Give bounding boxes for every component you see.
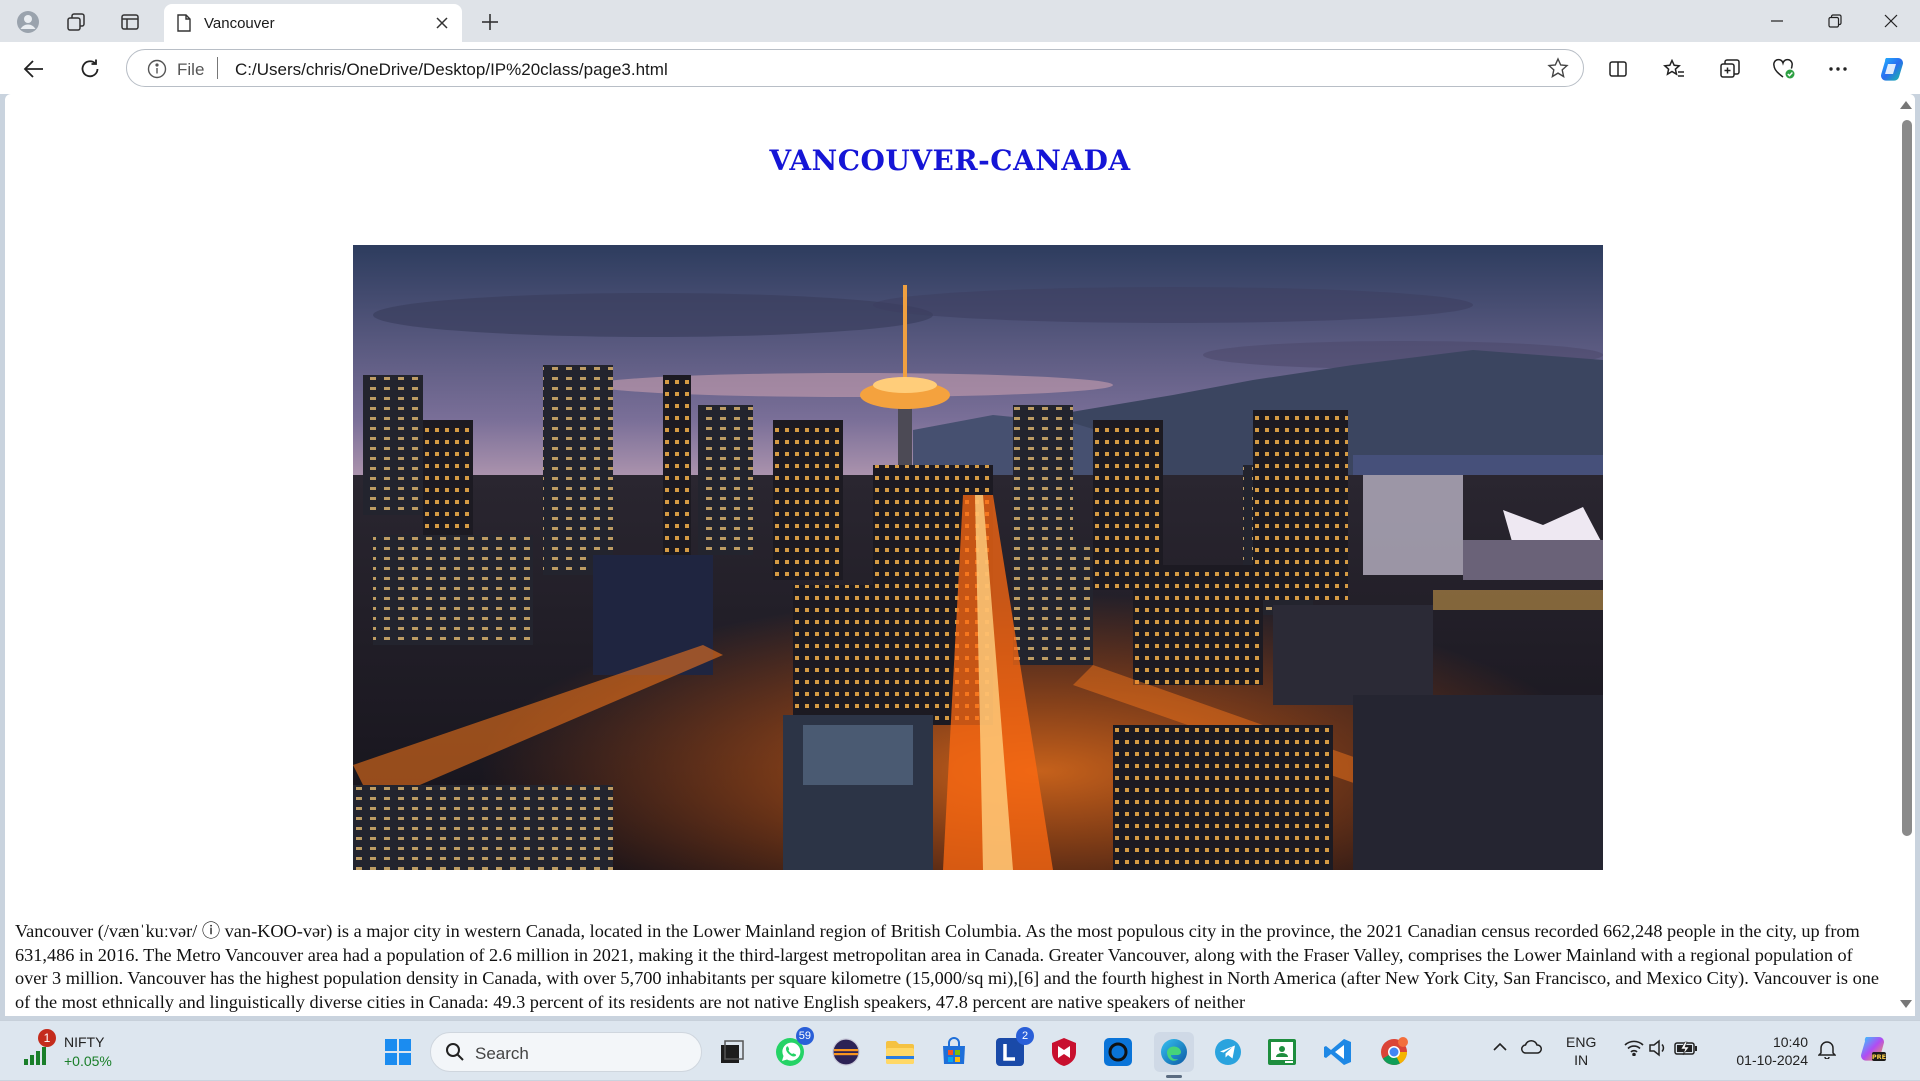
close-window-icon[interactable] [1862, 0, 1920, 42]
split-screen-icon[interactable] [1600, 52, 1636, 86]
notification-bell-icon[interactable] [1817, 1039, 1837, 1064]
article-paragraph: Vancouver (/vænˈkuːvər/ ⓘ van-KOO-vər) i… [15, 921, 1879, 1012]
restore-window-icon[interactable] [1806, 0, 1864, 42]
cortana-ring-icon[interactable] [1098, 1032, 1138, 1072]
minimize-window-icon[interactable] [1748, 0, 1806, 42]
app-l-badge: 2 [1016, 1027, 1034, 1045]
task-view-icon[interactable] [712, 1032, 752, 1072]
address-bar[interactable]: File C:/Users/chris/OneDrive/Desktop/IP%… [126, 49, 1584, 87]
active-tab[interactable]: Vancouver [164, 4, 462, 42]
chrome-icon[interactable] [1374, 1032, 1414, 1072]
new-tab-plus-icon[interactable] [474, 6, 506, 38]
search-icon [445, 1042, 465, 1067]
microsoft-store-icon[interactable] [934, 1032, 974, 1072]
workspaces-icon[interactable] [60, 6, 92, 38]
clock-time: 10:40 [1772, 1034, 1808, 1050]
page-file-icon [176, 14, 192, 37]
tab-title: Vancouver [204, 15, 275, 32]
more-options-icon[interactable] [1820, 52, 1856, 86]
url-text[interactable]: C:/Users/chris/OneDrive/Desktop/IP%20cla… [235, 60, 668, 80]
page-heading: Vancouver-Canada [769, 144, 1131, 177]
battery-icon[interactable] [1674, 1040, 1698, 1061]
eclipse-icon[interactable] [826, 1032, 866, 1072]
favorites-icon[interactable] [1656, 52, 1692, 86]
stock-notification-badge: 1 [38, 1029, 56, 1047]
edge-browser-icon[interactable] [1154, 1032, 1194, 1078]
app-l-icon[interactable]: 2 [990, 1027, 1034, 1072]
stock-change: +0.05% [64, 1053, 112, 1069]
copilot-icon[interactable] [1874, 52, 1910, 86]
browser-toolbar: File C:/Users/chris/OneDrive/Desktop/IP%… [0, 42, 1920, 94]
google-classroom-icon[interactable] [1262, 1032, 1302, 1072]
system-clock[interactable]: 10:40 01-10-2024 [1722, 1033, 1808, 1069]
back-arrow-icon[interactable] [16, 52, 52, 86]
whatsapp-icon[interactable]: 59 [770, 1027, 814, 1072]
scroll-up-arrow-icon[interactable] [1900, 101, 1912, 109]
url-scheme-label: File [177, 60, 205, 79]
url-separator [217, 57, 218, 79]
stock-name: NIFTY [64, 1034, 105, 1050]
show-hidden-icons-chevron-icon[interactable] [1492, 1039, 1508, 1057]
telegram-icon[interactable] [1208, 1032, 1248, 1072]
clock-date: 01-10-2024 [1736, 1052, 1808, 1068]
volume-icon[interactable] [1648, 1039, 1668, 1062]
mcafee-shield-icon[interactable] [1044, 1032, 1084, 1072]
search-placeholder: Search [475, 1044, 529, 1063]
close-tab-icon[interactable] [430, 11, 454, 35]
info-circle-icon[interactable] [147, 59, 167, 84]
whatsapp-badge: 59 [795, 1027, 814, 1045]
svg-text:PRE: PRE [1872, 1053, 1886, 1061]
stock-widget[interactable]: 1 NIFTY +0.05% [22, 1029, 142, 1073]
active-app-indicator [1166, 1075, 1182, 1078]
page-scrollbar[interactable] [1899, 94, 1915, 1016]
browser-essentials-heart-icon[interactable] [1766, 52, 1802, 86]
copilot-taskbar-icon[interactable]: PRE [1858, 1034, 1888, 1069]
profile-icon[interactable] [12, 6, 44, 38]
vscode-icon[interactable] [1318, 1032, 1358, 1072]
language-indicator[interactable]: ENG IN [1566, 1033, 1596, 1069]
scrollbar-thumb[interactable] [1902, 120, 1912, 836]
windows-start-icon[interactable] [378, 1032, 418, 1072]
favorite-star-icon[interactable] [1547, 57, 1569, 84]
vancouver-photo [353, 245, 1603, 870]
stock-chart-icon [24, 1047, 46, 1065]
language-code: ENG [1566, 1034, 1597, 1050]
windows-taskbar: 1 NIFTY +0.05% Search 59 2 ENG IN 10:40 … [0, 1020, 1920, 1080]
refresh-icon[interactable] [72, 52, 108, 86]
collections-icon[interactable] [1712, 52, 1748, 86]
scroll-down-arrow-icon[interactable] [1900, 1000, 1912, 1008]
vertical-tabs-icon[interactable] [114, 6, 146, 38]
system-tray: ENG IN 10:40 01-10-2024 PRE [1450, 1021, 1920, 1081]
browser-tab-strip: Vancouver [0, 0, 1920, 42]
page-viewport: Vancouver-Canada [5, 94, 1915, 1016]
taskbar-search-box[interactable]: Search [430, 1032, 702, 1072]
onedrive-cloud-icon[interactable] [1520, 1039, 1544, 1060]
region-code: IN [1574, 1052, 1589, 1068]
wifi-icon[interactable] [1624, 1040, 1644, 1061]
file-explorer-icon[interactable] [880, 1032, 920, 1072]
